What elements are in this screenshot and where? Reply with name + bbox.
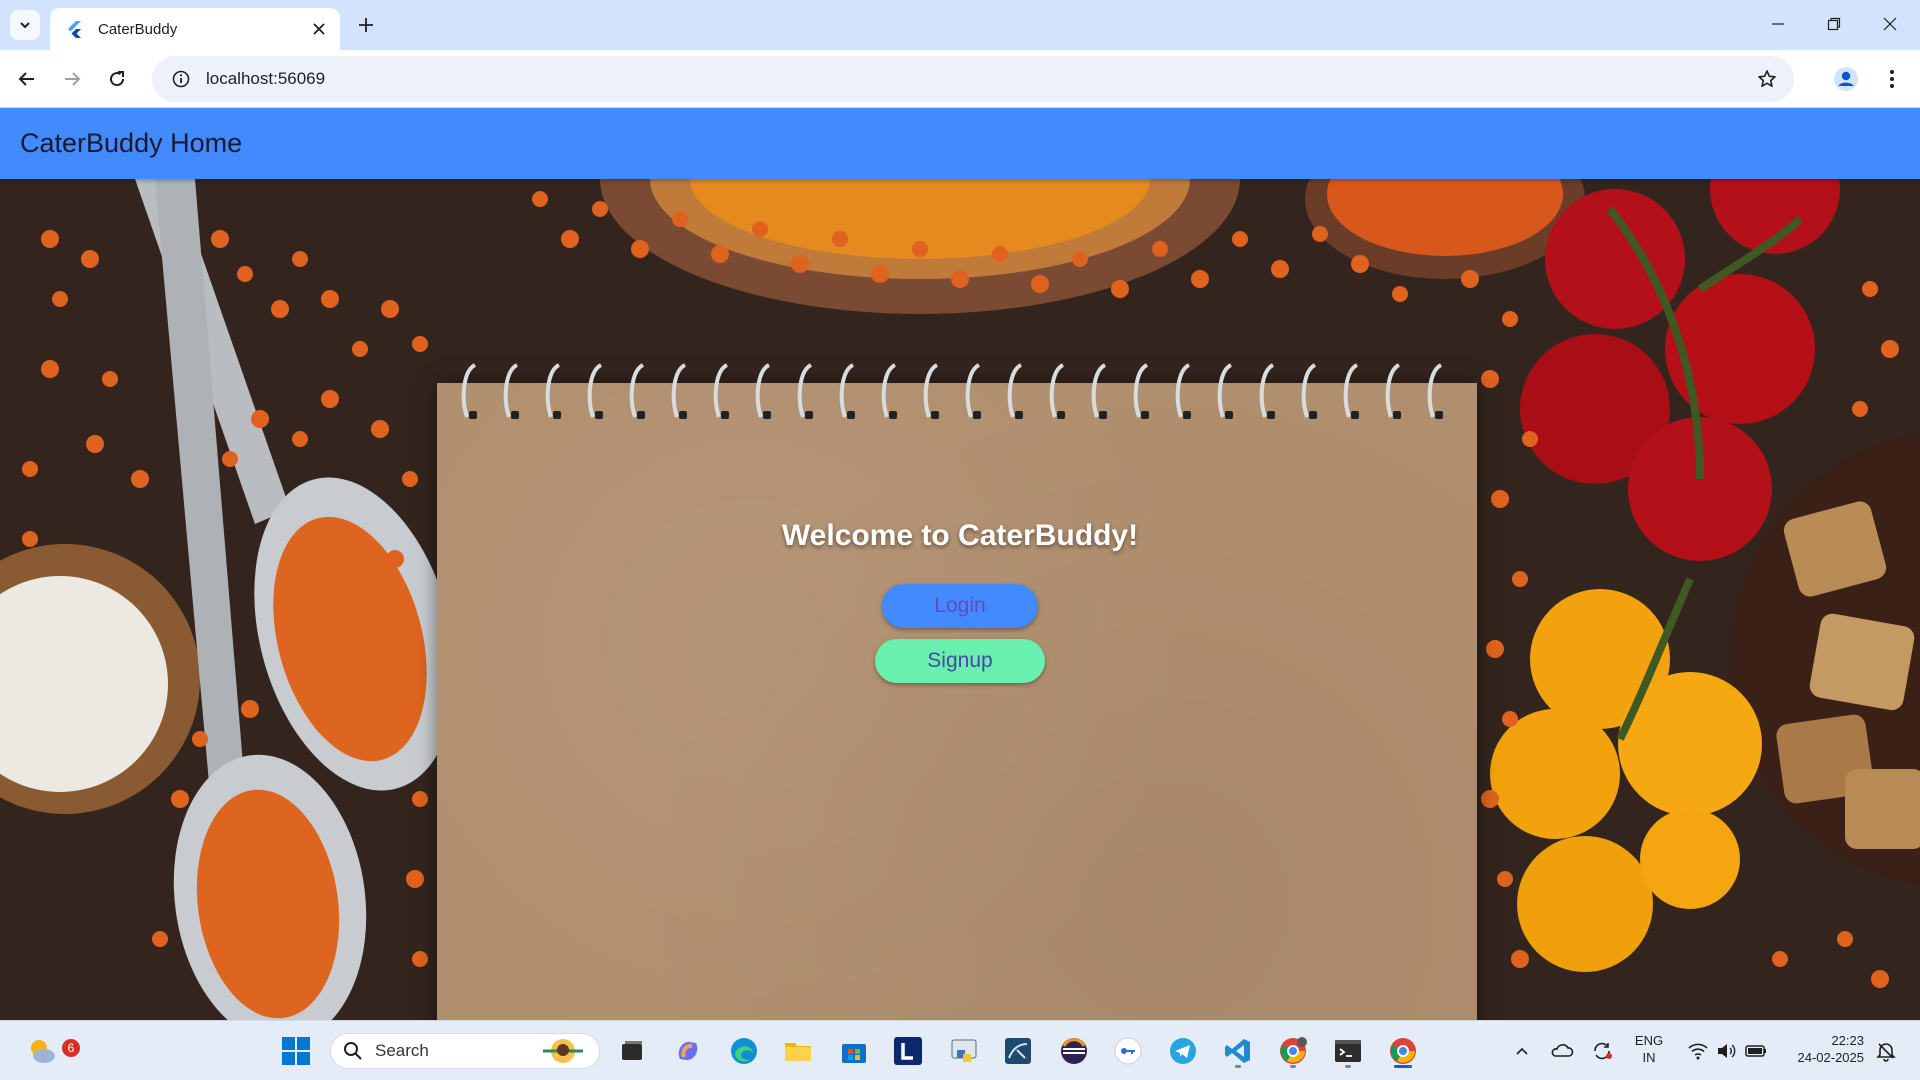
chevron-up-icon[interactable] (1502, 1031, 1542, 1071)
clock[interactable]: 22:23 24-02-2025 (1780, 1032, 1865, 1066)
key-app-icon[interactable] (1108, 1031, 1148, 1071)
close-tab-icon[interactable] (306, 16, 332, 42)
battery-icon[interactable] (1736, 1031, 1776, 1071)
app-bar: CaterBuddy Home (0, 108, 1920, 179)
taskbar-search-box[interactable]: Search (330, 1033, 600, 1069)
new-tab-button[interactable] (352, 11, 380, 39)
sync-icon[interactable] (1582, 1031, 1622, 1071)
reload-icon (110, 71, 125, 87)
chrome-profile-icon[interactable] (1273, 1031, 1313, 1071)
tab-title: CaterBuddy (98, 20, 178, 38)
open-indicator (1290, 1065, 1296, 1068)
chevron-down-icon (20, 22, 30, 29)
search-label: Search (375, 1041, 429, 1060)
eclipse-icon[interactable] (1054, 1031, 1094, 1071)
welcome-heading: Welcome to CaterBuddy! (781, 519, 1139, 552)
open-indicator (1345, 1065, 1351, 1068)
windows-taskbar: 6 Search ENG IN 22:23 24-02-2025 (0, 1020, 1920, 1080)
forward-button[interactable] (55, 62, 89, 96)
app-bar-title: CaterBuddy Home (20, 128, 243, 158)
tab-search-button[interactable] (10, 10, 40, 40)
notification-bell-icon[interactable] (1866, 1031, 1906, 1071)
reload-button[interactable] (100, 62, 134, 96)
edge-icon[interactable] (724, 1031, 764, 1071)
python-idle-icon[interactable] (944, 1031, 984, 1071)
address-bar[interactable]: localhost:56069 (152, 56, 1794, 102)
search-highlight-icon (543, 1039, 583, 1063)
browser-menu-icon[interactable] (1876, 63, 1908, 95)
browser-tab-strip: CaterBuddy (0, 0, 1920, 50)
active-indicator (1394, 1065, 1412, 1068)
clock-time: 22:23 (1831, 1033, 1864, 1048)
restore-button[interactable] (1806, 0, 1862, 48)
login-button[interactable]: Login (882, 584, 1038, 628)
plus-icon (359, 18, 373, 32)
microsoft-store-icon[interactable] (834, 1031, 874, 1071)
search-icon (344, 1042, 362, 1060)
arrow-right-icon (65, 72, 81, 86)
vscode-icon[interactable] (1218, 1031, 1258, 1071)
flutter-icon (68, 21, 81, 38)
region-label: IN (1642, 1050, 1656, 1065)
weather-widget-icon[interactable]: 6 (22, 1031, 80, 1071)
notebook-image (437, 383, 1477, 1020)
arrow-left-icon (18, 72, 34, 86)
l-app-icon[interactable] (888, 1031, 928, 1071)
browser-tab-caterbuddy[interactable]: CaterBuddy (50, 8, 340, 50)
mysql-workbench-icon[interactable] (998, 1031, 1038, 1071)
windows-start-icon[interactable] (276, 1031, 316, 1071)
back-button[interactable] (10, 62, 44, 96)
bookmark-star-icon[interactable] (1750, 62, 1784, 96)
language-label: ENG (1634, 1033, 1664, 1048)
language-indicator[interactable]: ENG IN (1626, 1032, 1672, 1066)
open-indicator (1235, 1065, 1241, 1068)
task-view-icon[interactable] (612, 1031, 652, 1071)
onedrive-icon[interactable] (1542, 1031, 1582, 1071)
restore-icon (1827, 17, 1841, 31)
clock-date: 24-02-2025 (1797, 1050, 1865, 1065)
close-window-button[interactable] (1862, 0, 1918, 48)
minimize-button[interactable] (1750, 0, 1806, 48)
url-text[interactable]: localhost:56069 (206, 69, 1750, 89)
chrome-icon[interactable] (1383, 1031, 1423, 1071)
minimize-icon (1772, 23, 1784, 25)
signup-button[interactable]: Signup (875, 639, 1045, 683)
home-background: Welcome to CaterBuddy! Login Signup (0, 179, 1920, 1020)
file-explorer-icon[interactable] (778, 1031, 818, 1071)
close-icon (1883, 17, 1897, 31)
notebook-spiral-image (461, 363, 1443, 419)
copilot-icon[interactable] (668, 1031, 708, 1071)
browser-toolbar: localhost:56069 (0, 50, 1920, 108)
weather-notification-badge: 6 (62, 1039, 80, 1057)
telegram-icon[interactable] (1163, 1031, 1203, 1071)
site-info-icon[interactable] (164, 62, 198, 96)
terminal-icon[interactable] (1328, 1031, 1368, 1071)
profile-avatar-icon[interactable] (1830, 63, 1862, 95)
